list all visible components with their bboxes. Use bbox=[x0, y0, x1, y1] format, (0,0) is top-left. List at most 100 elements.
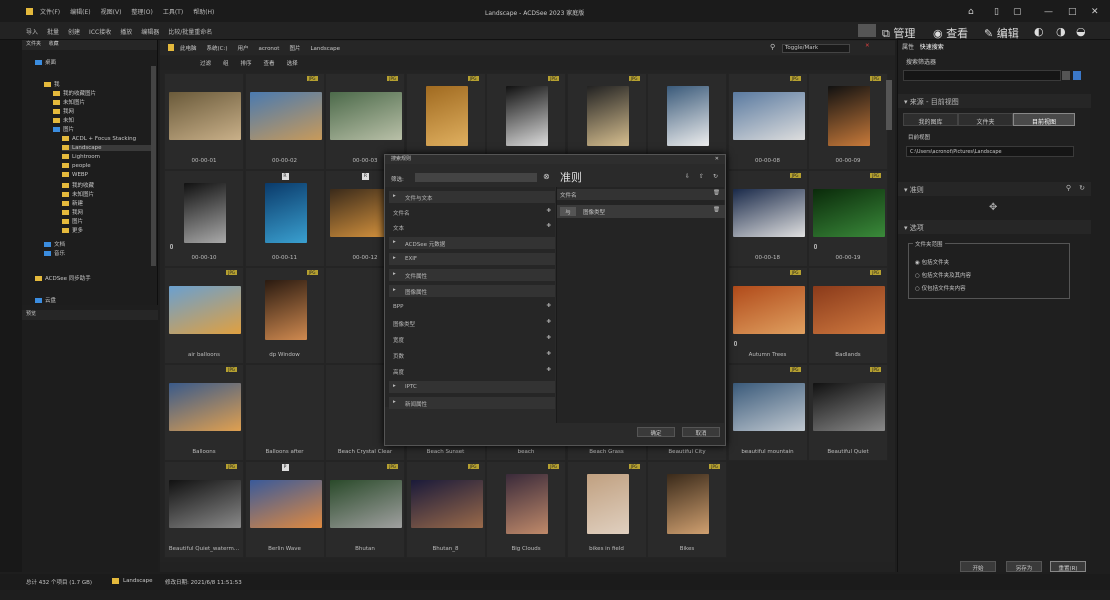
tab-folders[interactable]: 文件夹 bbox=[26, 41, 41, 47]
ok-button[interactable]: 确定 bbox=[637, 427, 675, 437]
menu-item[interactable]: 编辑(E) bbox=[70, 7, 90, 16]
expand-arrow-icon[interactable]: ▸ bbox=[393, 255, 396, 261]
thumbnail-cell[interactable]: JPG air balloons bbox=[164, 267, 244, 364]
breadcrumb-item[interactable]: 系统(C:) bbox=[207, 46, 228, 52]
toolbar-button[interactable]: 比较/批量重命名 bbox=[168, 27, 212, 36]
cancel-button[interactable]: 取消 bbox=[682, 427, 720, 437]
tree-item[interactable]: 云盘 bbox=[35, 296, 56, 304]
move-down-icon[interactable]: ⇩ bbox=[685, 173, 690, 180]
dropdown-icon[interactable] bbox=[1062, 71, 1070, 80]
toolbar-button[interactable]: 创建 bbox=[68, 27, 80, 36]
grid-scrollbar[interactable] bbox=[886, 80, 892, 130]
rule-and-tag[interactable]: 与 bbox=[560, 207, 576, 216]
rule-category[interactable]: 页数 ✚ bbox=[389, 349, 555, 361]
thumbnail-cell[interactable]: JPG Bikes bbox=[647, 461, 727, 558]
layout-icon[interactable]: ▯ bbox=[994, 7, 999, 17]
rule-category[interactable]: 宽度 ✚ bbox=[389, 333, 555, 345]
add-icon[interactable]: ✚ bbox=[546, 351, 551, 357]
thumbnail-cell[interactable]: P Berlin Wave bbox=[244, 461, 325, 558]
toolbar-button[interactable]: 批量 bbox=[47, 27, 59, 36]
rule-category[interactable]: ▸ 新闻属性 bbox=[389, 397, 555, 409]
toolbar-button[interactable]: 播放 bbox=[120, 27, 132, 36]
add-icon[interactable]: ✚ bbox=[546, 223, 551, 229]
thumbnail-cell[interactable]: JPG Balloons bbox=[164, 364, 244, 461]
mode-view-button[interactable]: ◉ 查看 bbox=[933, 25, 968, 41]
clear-filter-icon[interactable]: ⊗ bbox=[543, 172, 550, 181]
tree-scrollbar[interactable] bbox=[151, 66, 156, 266]
breadcrumb-item[interactable]: acronot bbox=[259, 46, 280, 52]
rule-category[interactable]: ▸ 文件属性 bbox=[389, 269, 555, 281]
thumbnail-cell[interactable]: 00-00-01 bbox=[164, 73, 244, 170]
expand-arrow-icon[interactable]: ▸ bbox=[393, 239, 396, 245]
toolbar-button[interactable]: 编辑器 bbox=[141, 27, 159, 36]
menu-item[interactable]: 帮助(H) bbox=[193, 7, 214, 16]
notification-icon[interactable]: ◒ bbox=[1076, 25, 1086, 38]
menu-item[interactable]: 视图(V) bbox=[101, 7, 122, 16]
toolbar-button[interactable]: ICC接收 bbox=[89, 27, 111, 36]
expand-arrow-icon[interactable]: ▸ bbox=[393, 383, 396, 389]
rule-category[interactable]: BPP ✚ bbox=[389, 301, 555, 313]
close-icon[interactable]: ✕ bbox=[1091, 7, 1099, 17]
tree-item[interactable]: 新建 bbox=[62, 199, 83, 207]
mode-manage-button[interactable]: ⧉ 管理 bbox=[882, 25, 915, 41]
tree-item[interactable]: 文档 bbox=[44, 240, 65, 248]
add-icon[interactable]: ✚ bbox=[546, 303, 551, 309]
grid-view-icon[interactable] bbox=[858, 24, 876, 37]
rule-category[interactable]: 文本 ✚ bbox=[389, 221, 555, 233]
thumbnail-cell[interactable]: JPG Bhutan_8 bbox=[405, 461, 486, 558]
clear-icon[interactable]: ✕ bbox=[865, 43, 870, 49]
tree-item[interactable]: 图片 bbox=[62, 217, 83, 225]
expand-arrow-icon[interactable]: ▸ bbox=[393, 271, 396, 277]
filter-item[interactable]: 组 bbox=[223, 61, 229, 67]
breadcrumb-item[interactable]: 此电脑 bbox=[180, 46, 197, 52]
tree-item[interactable]: 我的收藏图片 bbox=[53, 89, 96, 97]
filter-item[interactable]: 过滤 bbox=[200, 61, 211, 67]
quick-search-input[interactable]: Toggle/Mark bbox=[782, 44, 850, 53]
breadcrumb-item[interactable]: 图片 bbox=[289, 46, 300, 52]
start-button[interactable]: 开始 bbox=[960, 561, 996, 572]
trash-icon[interactable]: 🗑 bbox=[713, 207, 720, 213]
tree-item[interactable]: 我 bbox=[44, 80, 60, 88]
save-icon[interactable] bbox=[1073, 71, 1081, 80]
thumbnail-cell[interactable]: JPG Bhutan bbox=[325, 461, 405, 558]
tree-item[interactable]: 更多 bbox=[62, 226, 83, 234]
refresh-icon[interactable]: ↻ bbox=[1079, 184, 1085, 192]
rule-category[interactable]: ▸ 文件与文本 bbox=[389, 191, 555, 203]
radio-folders-and-contents[interactable]: ○ 包括文件夹及其内容 bbox=[915, 271, 971, 279]
rule-category[interactable]: ▸ EXIF bbox=[389, 253, 555, 265]
thumbnail-cell[interactable]: JPG Beautiful Quiet bbox=[808, 364, 888, 461]
thumbnail-cell[interactable]: JPG 00-00-19 bbox=[808, 170, 888, 267]
search-icon[interactable]: ⚲ bbox=[1066, 184, 1071, 192]
thumbnail-cell[interactable]: 00-00-10 bbox=[164, 170, 244, 267]
thumbnail-cell[interactable]: JPG Beautiful Quiet_waterm... bbox=[164, 461, 244, 558]
search-icon[interactable]: ⚲ bbox=[770, 43, 775, 51]
tree-item[interactable]: Lightroom bbox=[62, 154, 100, 160]
fullscreen-icon[interactable]: ▢ bbox=[1013, 7, 1022, 17]
move-up-icon[interactable]: ⇧ bbox=[699, 173, 704, 180]
minimize-icon[interactable]: — bbox=[1044, 7, 1053, 17]
expand-arrow-icon[interactable]: ▸ bbox=[393, 399, 396, 405]
menu-item[interactable]: 工具(T) bbox=[163, 7, 183, 16]
tree-item[interactable]: 我网 bbox=[62, 208, 83, 216]
rule-category[interactable]: 文件名 ✚ bbox=[389, 206, 555, 218]
filter-item[interactable]: 排序 bbox=[241, 61, 252, 67]
tree-item[interactable]: people bbox=[62, 163, 91, 169]
tree-item[interactable]: 图片 bbox=[53, 125, 74, 133]
thumbnail-cell[interactable]: JPG dp Window bbox=[244, 267, 325, 364]
add-icon[interactable]: ✚ bbox=[546, 208, 551, 214]
tree-item[interactable]: 桌面 bbox=[35, 58, 56, 66]
reset-rules-icon[interactable]: ↻ bbox=[713, 173, 718, 180]
rule-category[interactable]: ▸ ACDSee 元数据 bbox=[389, 237, 555, 249]
source-tab-library[interactable]: 我的图库 bbox=[903, 113, 958, 126]
breadcrumb-item[interactable]: 用户 bbox=[238, 46, 249, 52]
tree-item[interactable]: 未知图片 bbox=[62, 190, 94, 198]
thumbnail-cell[interactable]: JPG 00-00-09 bbox=[808, 73, 888, 170]
reset-button[interactable]: 重置(R) bbox=[1050, 561, 1086, 572]
rule-category[interactable]: 高度 ✚ bbox=[389, 365, 555, 377]
thumbnail-cell[interactable]: JPG beautiful mountain bbox=[727, 364, 808, 461]
expand-arrow-icon[interactable]: ▸ bbox=[393, 287, 396, 293]
radio-contents-only[interactable]: ○ 仅包括文件夹内容 bbox=[915, 284, 966, 292]
tree-item[interactable]: WEBP bbox=[62, 172, 88, 178]
expand-arrow-icon[interactable]: ▸ bbox=[393, 193, 396, 199]
rule-category[interactable]: 图像类型 ✚ bbox=[389, 317, 555, 329]
